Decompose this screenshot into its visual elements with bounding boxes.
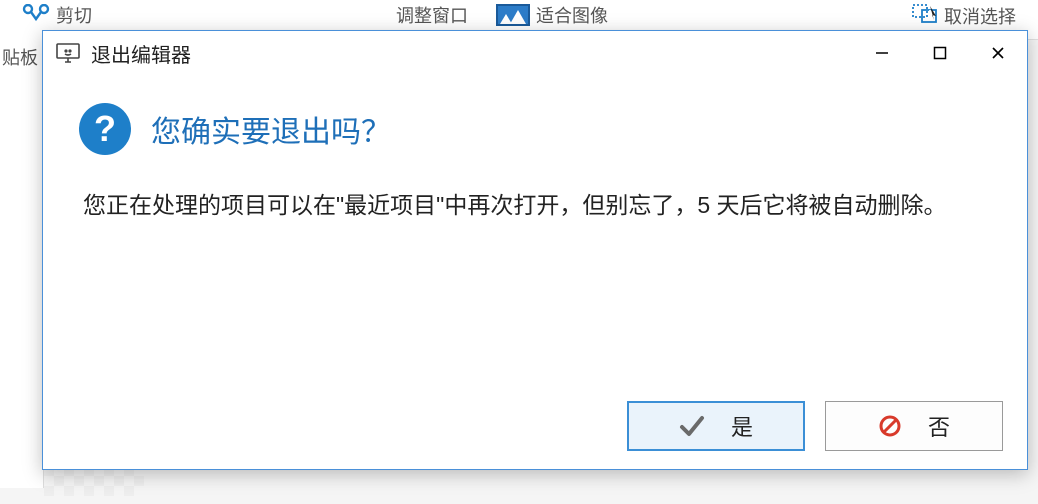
dialog-message: 您正在处理的项目可以在"最近项目"中再次打开，但别忘了，5 天后它将被自动删除。 — [79, 187, 991, 225]
dialog-body: ? 您确实要退出吗？ 您正在处理的项目可以在"最近项目"中再次打开，但别忘了，5… — [43, 75, 1027, 389]
background-side-panel: 贴板 — [0, 38, 44, 488]
no-entry-icon — [878, 414, 902, 438]
no-button[interactable]: 否 — [825, 401, 1003, 451]
side-panel-label: 贴板 — [2, 48, 38, 68]
ribbon-deselect-item[interactable]: 取消选择 — [898, 0, 1030, 31]
ribbon-deselect-label: 取消选择 — [944, 3, 1016, 29]
dialog-footer: 是 否 — [43, 389, 1027, 469]
monitor-icon — [55, 42, 81, 64]
no-button-label: 否 — [928, 410, 950, 442]
scissors-icon — [22, 4, 50, 27]
exit-editor-dialog: 退出编辑器 ? 您确实要退出吗？ 您正在处理的项目可以在"最近项目"中再次打开，… — [42, 30, 1028, 470]
yes-button[interactable]: 是 — [627, 401, 805, 451]
image-icon — [496, 4, 530, 26]
dialog-titlebar: 退出编辑器 — [43, 31, 1027, 75]
ribbon-adjust-window-label: 调整窗口 — [396, 2, 468, 28]
question-icon: ? — [79, 103, 131, 155]
ribbon-cut-label: 剪切 — [56, 2, 92, 28]
dialog-heading: 您确实要退出吗？ — [151, 107, 391, 151]
check-icon — [679, 413, 705, 439]
ribbon-cut-item[interactable]: 剪切 — [8, 0, 106, 30]
ribbon-fit-image-item[interactable]: 适合图像 — [482, 0, 622, 30]
close-button[interactable] — [969, 31, 1027, 75]
deselect-icon — [912, 2, 938, 29]
dialog-title: 退出编辑器 — [91, 39, 853, 68]
minimize-button[interactable] — [853, 31, 911, 75]
maximize-button[interactable] — [911, 31, 969, 75]
ribbon-adjust-window-item[interactable]: 调整窗口 — [382, 0, 482, 30]
ribbon-fit-image-label: 适合图像 — [536, 2, 608, 28]
yes-button-label: 是 — [731, 410, 753, 442]
